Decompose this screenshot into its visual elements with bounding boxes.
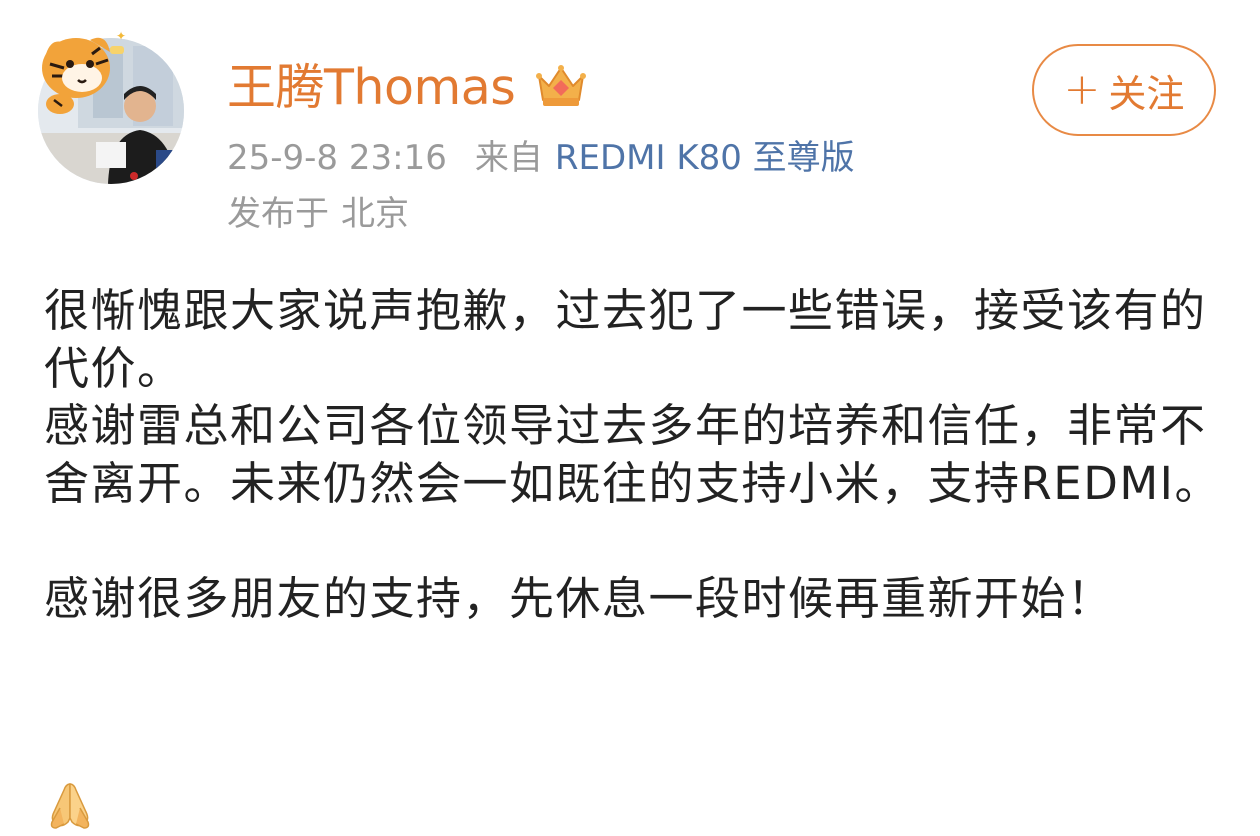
- post-paragraph: 感谢雷总和公司各位领导过去多年的培养和信任，非常不舍离开。未来仍然会一如既往的支…: [44, 399, 1221, 510]
- post-paragraph: 很惭愧跟大家说声抱歉，过去犯了一些错误，接受该有的代价。: [44, 284, 1207, 395]
- post-content: 很惭愧跟大家说声抱歉，过去犯了一些错误，接受该有的代价。 感谢雷总和公司各位领导…: [44, 282, 1234, 627]
- crown-vip-icon[interactable]: [535, 62, 587, 110]
- weibo-post-card: ✦ 王腾Thomas 25-9-8 23:16 来自 REDMI K80 至尊版 发…: [0, 0, 1260, 836]
- location-prefix: 发布于: [227, 194, 329, 234]
- folded-hands-icon: [44, 778, 96, 830]
- tiger-sticker-icon: ✦: [30, 24, 130, 120]
- follow-label: 关注: [1108, 71, 1185, 116]
- source-device-link[interactable]: REDMI K80 至尊版: [555, 138, 855, 178]
- author-name[interactable]: 王腾Thomas: [227, 56, 516, 120]
- location-name: 北京: [341, 194, 409, 234]
- plus-icon: +: [1063, 64, 1101, 115]
- svg-text:✦: ✦: [116, 29, 126, 43]
- source-label: 来自: [474, 138, 543, 178]
- post-timestamp: 25-9-8 23:16: [227, 138, 447, 178]
- post-meta: 25-9-8 23:16 来自 REDMI K80 至尊版: [227, 134, 855, 182]
- follow-button[interactable]: + 关注: [1032, 44, 1216, 136]
- post-location: 发布于 北京: [227, 190, 409, 238]
- post-paragraph: 感谢很多朋友的支持，先休息一段时候再重新开始！: [44, 571, 1114, 625]
